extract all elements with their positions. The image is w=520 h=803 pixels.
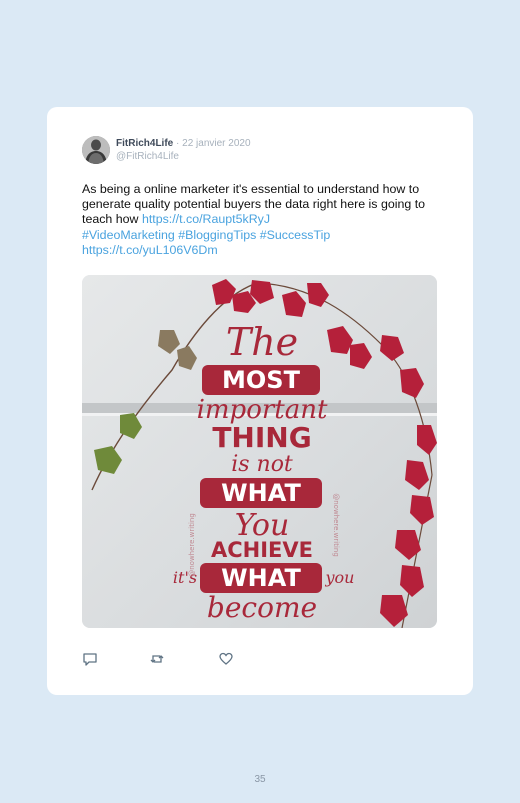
tweet-date[interactable]: 22 janvier 2020 bbox=[182, 138, 250, 149]
watermark-right: @nowhere.writing bbox=[332, 493, 340, 557]
quote-the: The bbox=[226, 320, 298, 364]
author-handle[interactable]: @FitRich4Life bbox=[116, 150, 179, 163]
hashtag-videomarketing[interactable]: #VideoMarketing bbox=[82, 228, 175, 242]
quote-what-1: WHAT bbox=[221, 479, 301, 507]
page-number: 35 bbox=[254, 774, 266, 785]
tweet-card: FitRich4Life · 22 janvier 2020 @FitRich4… bbox=[47, 107, 473, 695]
quote-most: MOST bbox=[222, 366, 301, 394]
author-line: FitRich4Life · 22 janvier 2020 bbox=[116, 137, 251, 150]
separator-dot: · bbox=[176, 138, 180, 149]
tweet-image[interactable]: The MOST important THING is not WHAT You… bbox=[82, 275, 437, 628]
tweet-text: As being a online marketer it's essentia… bbox=[82, 182, 444, 258]
quote-thing: THING bbox=[212, 421, 311, 454]
author-name[interactable]: FitRich4Life bbox=[116, 138, 173, 149]
retweet-icon[interactable] bbox=[149, 651, 165, 667]
quote-you-small: you bbox=[325, 568, 355, 587]
tweet-actions bbox=[82, 651, 282, 667]
quote-achieve: ACHIEVE bbox=[211, 538, 313, 562]
tweet-link-1[interactable]: https://t.co/Raupt5kRyJ bbox=[142, 212, 270, 226]
tweet-link-2[interactable]: https://t.co/yuL106V6Dm bbox=[82, 243, 218, 257]
hashtag-successtip[interactable]: #SuccessTip bbox=[260, 228, 330, 242]
watermark-left: @nowhere.writing bbox=[188, 513, 196, 577]
hashtag-bloggingtips[interactable]: #BloggingTips bbox=[178, 228, 256, 242]
heart-icon[interactable] bbox=[218, 651, 234, 667]
reply-icon[interactable] bbox=[82, 651, 98, 667]
quote-what-2: WHAT bbox=[221, 564, 301, 592]
quote-become: become bbox=[207, 591, 317, 624]
quote-is-not: is not bbox=[231, 452, 293, 477]
avatar[interactable] bbox=[82, 136, 110, 164]
